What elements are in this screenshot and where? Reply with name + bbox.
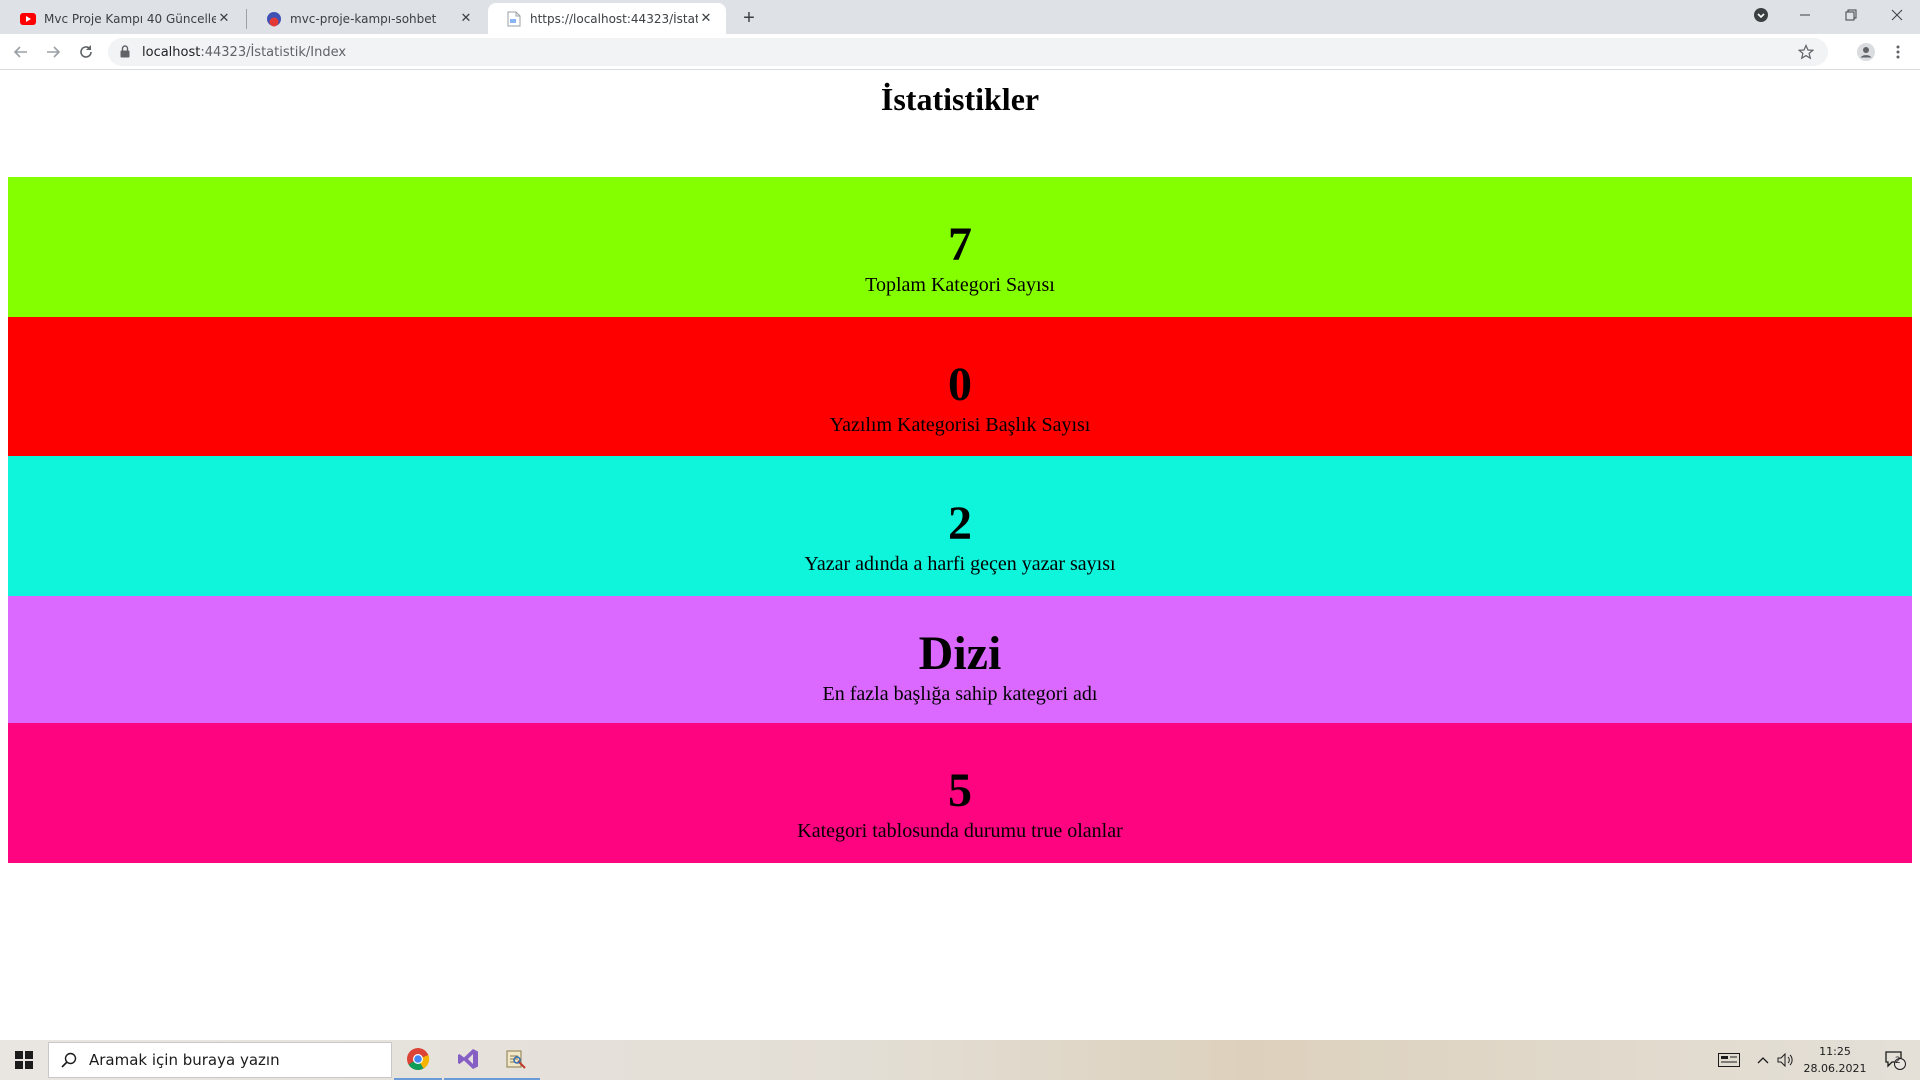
search-icon (61, 1052, 77, 1068)
browser-tab-strip: Mvc Proje Kampı 40 Güncelleme ✕ mvc-proj… (0, 0, 1920, 34)
bookmark-star-icon[interactable] (1797, 44, 1815, 64)
stat-label: Yazılım Kategorisi Başlık Sayısı (829, 414, 1091, 436)
new-tab-plus-icon[interactable]: + (736, 5, 762, 31)
stat-label: En fazla başlığa sahip kategori adı (822, 683, 1098, 705)
stat-card-software-title-count: 0 Yazılım Kategorisi Başlık Sayısı (8, 317, 1912, 456)
page-icon (506, 11, 522, 27)
page-content: İstatistikler 7 Toplam Kategori Sayısı 0… (0, 71, 1920, 1040)
profile-avatar-icon[interactable] (1854, 40, 1878, 64)
volume-icon[interactable] (1774, 1040, 1796, 1080)
tab-chat[interactable]: mvc-proje-kampı-sohbet ✕ (248, 3, 486, 34)
tab-close-icon[interactable]: ✕ (458, 11, 474, 27)
tab-title: Mvc Proje Kampı 40 Güncelleme (44, 11, 216, 26)
chrome-icon[interactable] (394, 1040, 442, 1080)
lock-icon[interactable] (120, 45, 134, 59)
keyboard-layout-icon[interactable] (1714, 1040, 1744, 1080)
clock-date: 28.06.2021 (1803, 1062, 1867, 1075)
chevron-up-icon[interactable] (1752, 1040, 1774, 1080)
visual-studio-icon[interactable] (444, 1040, 492, 1080)
sql-server-icon[interactable] (492, 1040, 540, 1080)
stat-value: Dizi (918, 627, 1002, 680)
stat-label: Kategori tablosunda durumu true olanlar (797, 820, 1123, 842)
windows-taskbar: Aramak için buraya yazın 11:25 28.06.202… (0, 1040, 1920, 1080)
tab-statistics[interactable]: https://localhost:44323/İstatistik/ ✕ (488, 3, 726, 34)
back-arrow-icon[interactable] (9, 40, 33, 64)
taskbar-clock[interactable]: 11:25 28.06.2021 (1796, 1043, 1874, 1077)
chat-icon (266, 11, 282, 27)
tab-search-icon[interactable] (1738, 0, 1784, 30)
tab-title: mvc-proje-kampı-sohbet (290, 11, 437, 26)
windows-start-icon[interactable] (0, 1040, 48, 1080)
stat-label: Toplam Kategori Sayısı (865, 274, 1055, 296)
address-path: :44323/İstatistik/Index (200, 44, 347, 60)
stat-card-top-category: Dizi En fazla başlığa sahip kategori adı (8, 596, 1912, 723)
restore-icon[interactable] (1828, 0, 1874, 30)
stat-card-writer-a-count: 2 Yazar adında a harfi geçen yazar sayıs… (8, 456, 1912, 596)
stat-value: 7 (948, 218, 972, 271)
browser-menu-icon[interactable] (1886, 40, 1910, 64)
reload-icon[interactable] (74, 40, 98, 64)
address-host: localhost (142, 44, 201, 60)
notification-center-icon[interactable]: 2 (1878, 1040, 1912, 1080)
tab-title: https://localhost:44323/İstatistik/ (530, 11, 698, 26)
address-bar[interactable]: localhost:44323/İstatistik/Index (108, 38, 1828, 66)
stat-value: 0 (948, 358, 972, 411)
stat-value: 2 (948, 497, 972, 550)
stat-card-category-count: 7 Toplam Kategori Sayısı (8, 177, 1912, 317)
tab-close-icon[interactable]: ✕ (698, 11, 714, 27)
minimize-icon[interactable] (1782, 0, 1828, 30)
stat-value: 5 (948, 764, 972, 817)
notification-count: 2 (1895, 1056, 1901, 1066)
search-placeholder: Aramak için buraya yazın (89, 1051, 280, 1069)
clock-time: 11:25 (1819, 1045, 1851, 1058)
tab-youtube[interactable]: Mvc Proje Kampı 40 Güncelleme ✕ (2, 3, 244, 34)
tab-close-icon[interactable]: ✕ (216, 11, 232, 27)
stat-label: Yazar adında a harfi geçen yazar sayısı (804, 553, 1116, 575)
taskbar-search-box[interactable]: Aramak için buraya yazın (48, 1042, 392, 1078)
youtube-icon (20, 11, 36, 27)
tab-separator (246, 9, 247, 29)
stat-card-active-categories: 5 Kategori tablosunda durumu true olanla… (8, 723, 1912, 863)
close-window-icon[interactable] (1874, 0, 1920, 30)
page-title: İstatistikler (880, 81, 1040, 117)
forward-arrow-icon[interactable] (41, 40, 65, 64)
browser-toolbar: localhost:44323/İstatistik/Index (0, 34, 1920, 70)
